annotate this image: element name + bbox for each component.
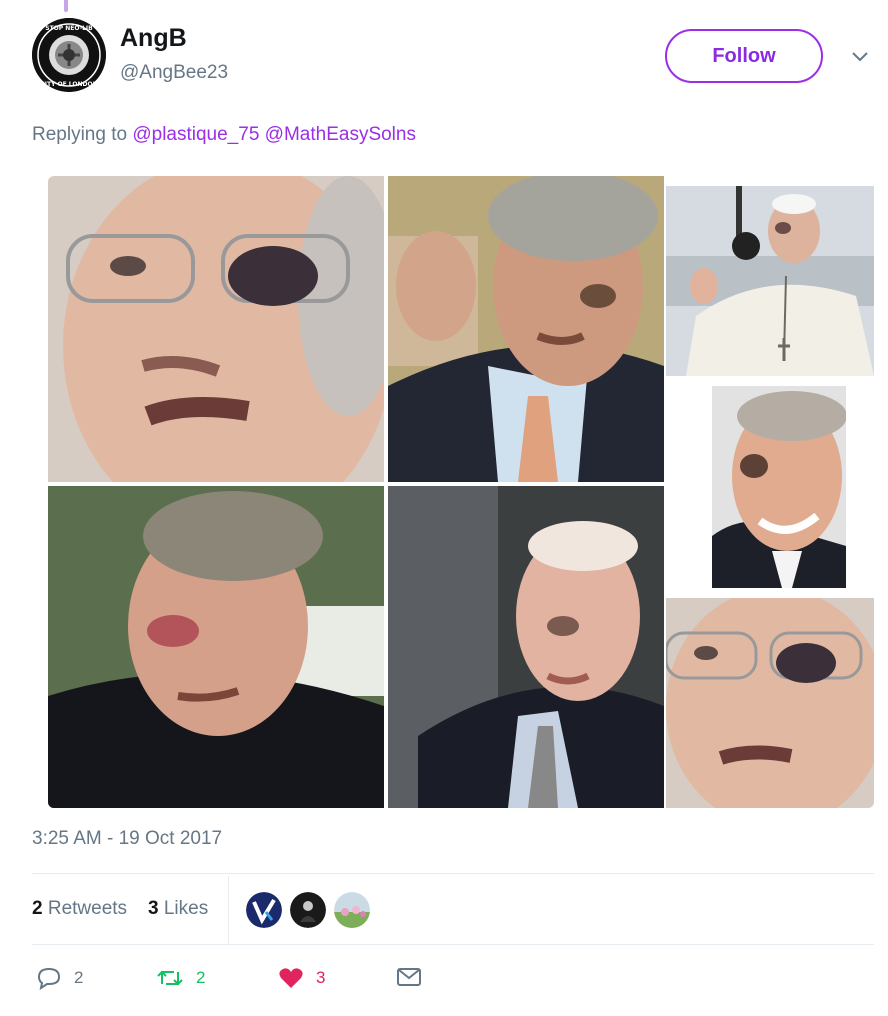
retweets-label: Retweets: [47, 898, 128, 919]
divider: [32, 873, 874, 874]
photo-man-suit-pink-tie[interactable]: [388, 176, 664, 482]
photo-white-robe[interactable]: [666, 186, 874, 376]
liker-avatar[interactable]: [290, 892, 326, 928]
likes-stat[interactable]: 3 Likes: [148, 898, 208, 920]
author-name[interactable]: AngB: [120, 24, 187, 53]
envelope-icon: [397, 968, 421, 986]
avatar-badge-icon: STOP NEO-LIB CITY OF LONDON: [32, 18, 106, 92]
mention-link[interactable]: @plastique_75: [132, 124, 259, 145]
thread-connector: [64, 0, 68, 12]
follow-button[interactable]: Follow: [665, 29, 823, 83]
photo-man-grey-hair[interactable]: [48, 486, 384, 808]
photo-man-glasses-crop[interactable]: [666, 598, 874, 808]
divider: [32, 944, 874, 945]
stats-divider: [228, 876, 229, 944]
tweet-stats: 2 Retweets 3 Likes: [32, 876, 874, 944]
likes-count: 3: [148, 898, 159, 919]
retweets-count: 2: [32, 898, 43, 919]
likes-label: Likes: [163, 898, 209, 919]
tweet-header: STOP NEO-LIB CITY OF LONDON AngB @AngBee…: [32, 18, 876, 98]
liker-avatar[interactable]: [246, 892, 282, 928]
retweet-count: 2: [196, 968, 206, 987]
liker-avatar[interactable]: [334, 892, 370, 928]
photo-man-glasses[interactable]: [48, 176, 384, 482]
reply-count: 2: [74, 968, 84, 987]
chevron-down-icon[interactable]: [850, 50, 870, 64]
like-count: 3: [316, 968, 326, 987]
author-handle[interactable]: @AngBee23: [120, 62, 228, 84]
svg-text:CITY OF LONDON: CITY OF LONDON: [40, 81, 97, 88]
replying-to: Replying to @plastique_75 @MathEasySolns: [32, 124, 416, 146]
retweet-action[interactable]: 2: [156, 966, 205, 990]
svg-text:STOP NEO-LIB: STOP NEO-LIB: [45, 25, 93, 32]
photo-bald-man-suit[interactable]: [388, 486, 664, 808]
tweet-actions: 2 2 3: [32, 960, 874, 1000]
author-avatar[interactable]: STOP NEO-LIB CITY OF LONDON: [32, 18, 106, 92]
dm-action[interactable]: [396, 966, 422, 988]
photo-smiling-elderly-man[interactable]: [712, 386, 846, 588]
retweet-icon: [157, 970, 183, 986]
heart-icon: [279, 968, 303, 988]
tweet-timestamp[interactable]: 3:25 AM - 19 Oct 2017: [32, 828, 222, 850]
reply-icon: [37, 967, 61, 990]
media-collage[interactable]: [48, 176, 874, 808]
mention-link[interactable]: @MathEasySolns: [265, 124, 416, 145]
retweets-stat[interactable]: 2 Retweets: [32, 898, 127, 920]
like-action[interactable]: 3: [278, 966, 325, 990]
reply-action[interactable]: 2: [36, 966, 83, 990]
replying-prefix: Replying to: [32, 124, 128, 145]
